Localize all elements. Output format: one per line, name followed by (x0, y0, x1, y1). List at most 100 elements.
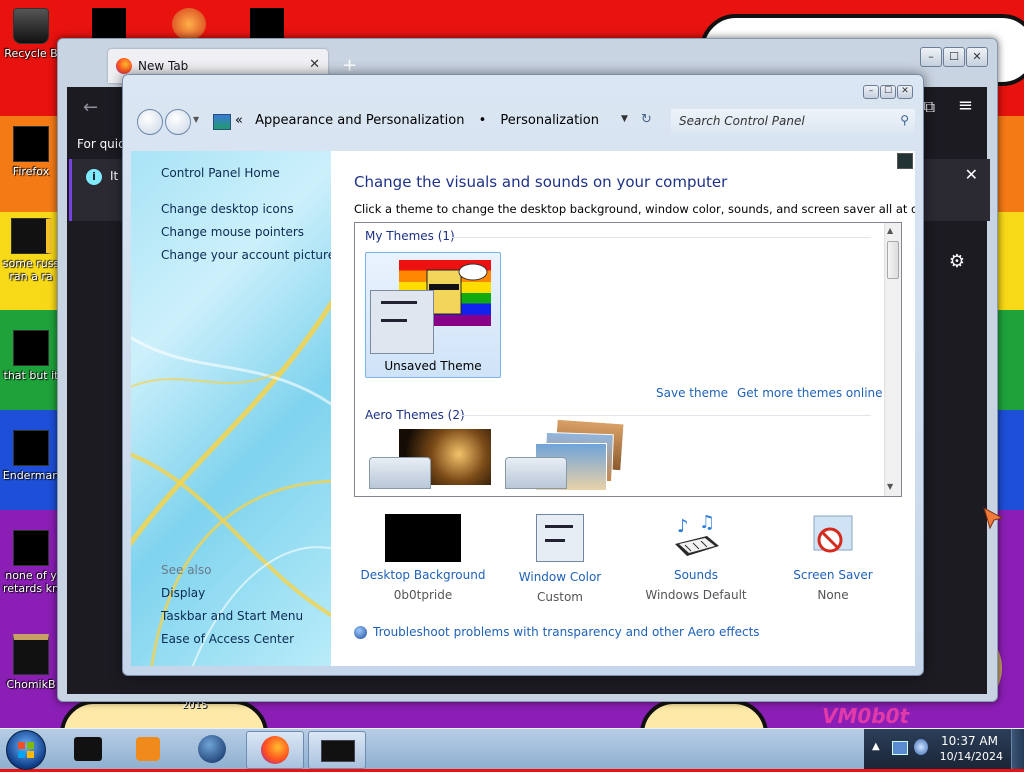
link-ease-of-access-center[interactable]: Ease of Access Center (161, 632, 294, 646)
option-screen-saver[interactable]: Screen Saver None (768, 514, 898, 602)
network-icon[interactable] (892, 741, 908, 755)
clock-time[interactable]: 10:37 AM (941, 734, 998, 748)
search-icon[interactable]: ⚲ (900, 113, 909, 127)
hamster-icon (13, 634, 49, 675)
search-input[interactable]: Search Control Panel ⚲ (671, 109, 915, 133)
control-panel-icon (213, 114, 231, 130)
desktop-icon-firefox[interactable]: Firefox (0, 126, 62, 178)
close-button[interactable]: ✕ (897, 85, 913, 99)
recycle-bin-icon (13, 8, 49, 44)
recent-pages-chevron-icon[interactable]: ▼ (193, 115, 199, 124)
maximize-button[interactable]: ☐ (880, 85, 896, 99)
forward-button[interactable] (165, 109, 191, 135)
link-control-panel-home[interactable]: Control Panel Home (161, 166, 280, 180)
option-window-color[interactable]: Window Color Custom (495, 514, 625, 604)
show-desktop-button[interactable] (1011, 729, 1024, 769)
desktop-icon-label: that but it (3, 369, 59, 382)
group-heading-my-themes: My Themes (1) (365, 229, 455, 243)
new-tab-button[interactable]: + (342, 55, 357, 76)
windows-logo-icon (18, 742, 34, 758)
theme-aero-1[interactable] (369, 429, 491, 489)
back-button[interactable] (137, 109, 163, 135)
search-placeholder: Search Control Panel (679, 114, 805, 128)
gear-icon[interactable]: ⚙ (949, 251, 965, 272)
desktop-icon-top-2[interactable] (172, 8, 206, 40)
link-change-mouse-pointers[interactable]: Change mouse pointers (161, 225, 304, 239)
scrollbar-thumb[interactable] (887, 241, 899, 279)
option-sounds[interactable]: ♪ ♫ Sounds Windows Default (631, 514, 761, 602)
start-button[interactable] (6, 730, 46, 770)
desktop-icon-top-3[interactable] (250, 8, 284, 40)
theme-list-scrollbar[interactable]: ▲ ▼ (884, 223, 901, 496)
close-tab-icon[interactable]: ✕ (309, 57, 320, 72)
desktop-icon-that-but-it[interactable]: that but it (0, 330, 62, 382)
taskbar-control-panel[interactable] (308, 731, 366, 769)
info-icon: i (86, 169, 102, 185)
theme-name: Unsaved Theme (384, 359, 482, 373)
control-panel-icon (321, 740, 355, 762)
corner-image (897, 153, 913, 169)
option-value: Windows Default (645, 588, 747, 602)
link-get-more-themes[interactable]: Get more themes online (737, 386, 883, 400)
link-save-theme[interactable]: Save theme (656, 386, 728, 400)
theme-list: My Themes (1) Unsaved Theme Save theme G… (354, 222, 902, 497)
option-title: Desktop Background (360, 568, 486, 582)
taskbar-app-3[interactable] (184, 731, 240, 767)
firefox-icon (13, 126, 49, 162)
theme-aero-2[interactable] (505, 418, 627, 491)
monitor-icon (13, 430, 49, 466)
back-arrow-icon[interactable]: ← (83, 97, 98, 118)
option-desktop-background[interactable]: Desktop Background 0b0tpride (358, 514, 488, 602)
taskbar-firefox[interactable] (246, 731, 304, 769)
cursor-arrow-icon (983, 506, 1004, 530)
breadcrumb-personalization[interactable]: Personalization (500, 113, 599, 128)
app-icon (74, 737, 102, 761)
close-notification-icon[interactable]: ✕ (965, 165, 978, 184)
minimize-button[interactable]: – (920, 47, 942, 67)
link-taskbar-start-menu[interactable]: Taskbar and Start Menu (161, 609, 303, 623)
taskbar-media-player[interactable] (120, 731, 176, 767)
breadcrumb-appearance[interactable]: Appearance and Personalization (255, 113, 464, 128)
desktop-icon-some-russ[interactable]: some russ ran a ra (0, 218, 62, 283)
link-change-desktop-icons[interactable]: Change desktop icons (161, 202, 294, 216)
link-display[interactable]: Display (161, 586, 205, 600)
group-divider (459, 415, 871, 416)
theme-thumbnail-window (370, 290, 434, 354)
show-hidden-icons-icon[interactable]: ▲ (872, 741, 880, 752)
close-button[interactable]: ✕ (966, 47, 988, 67)
desktop-icon-recycle-bin[interactable]: Recycle B (0, 8, 62, 60)
scroll-down-icon[interactable]: ▼ (887, 482, 893, 491)
option-value: None (817, 588, 849, 602)
globe-icon (198, 735, 226, 763)
option-value: Custom (537, 590, 583, 604)
link-troubleshoot-transparency[interactable]: Troubleshoot problems with transparency … (354, 625, 760, 639)
extensions-icon[interactable]: ⧉ (924, 97, 935, 117)
option-title: Sounds (673, 568, 719, 582)
option-title: Screen Saver (793, 568, 873, 582)
app-icon (13, 530, 49, 566)
volume-icon[interactable] (914, 739, 928, 755)
breadcrumb-separator[interactable]: • (479, 113, 487, 128)
personalization-main: Change the visuals and sounds on your co… (331, 151, 915, 666)
refresh-icon[interactable]: ↻ (641, 112, 652, 127)
taskbar: ▲ 10:37 AM 10/14/2024 (0, 728, 1024, 770)
maximize-button[interactable]: ☐ (943, 47, 965, 67)
file-icon (10, 218, 52, 254)
svg-text:♪: ♪ (677, 516, 689, 537)
desktop-icon-enderman[interactable]: Enderman (0, 430, 62, 482)
desktop-icon-top-1[interactable] (92, 8, 126, 40)
theme-unsaved[interactable]: Unsaved Theme (365, 252, 501, 378)
breadcrumb-overflow[interactable]: « (235, 113, 243, 128)
clock-date[interactable]: 10/14/2024 (940, 750, 1003, 763)
scroll-up-icon[interactable]: ▲ (887, 226, 893, 235)
group-heading-aero-themes: Aero Themes (2) (365, 408, 465, 422)
desktop-icon-chomikb[interactable]: ChomikB (0, 634, 62, 691)
link-change-account-picture[interactable]: Change your account picture (161, 248, 331, 262)
svg-text:♫: ♫ (699, 514, 715, 533)
hamburger-menu-icon[interactable]: ≡ (958, 95, 973, 116)
taskbar-app-1[interactable] (60, 731, 116, 767)
address-dropdown-icon[interactable]: ▼ (621, 114, 628, 124)
wallpaper-text: VM0b0t (822, 704, 910, 728)
desktop-icon-none-of-y[interactable]: none of y retards kn (0, 530, 62, 595)
minimize-button[interactable]: – (863, 85, 879, 99)
